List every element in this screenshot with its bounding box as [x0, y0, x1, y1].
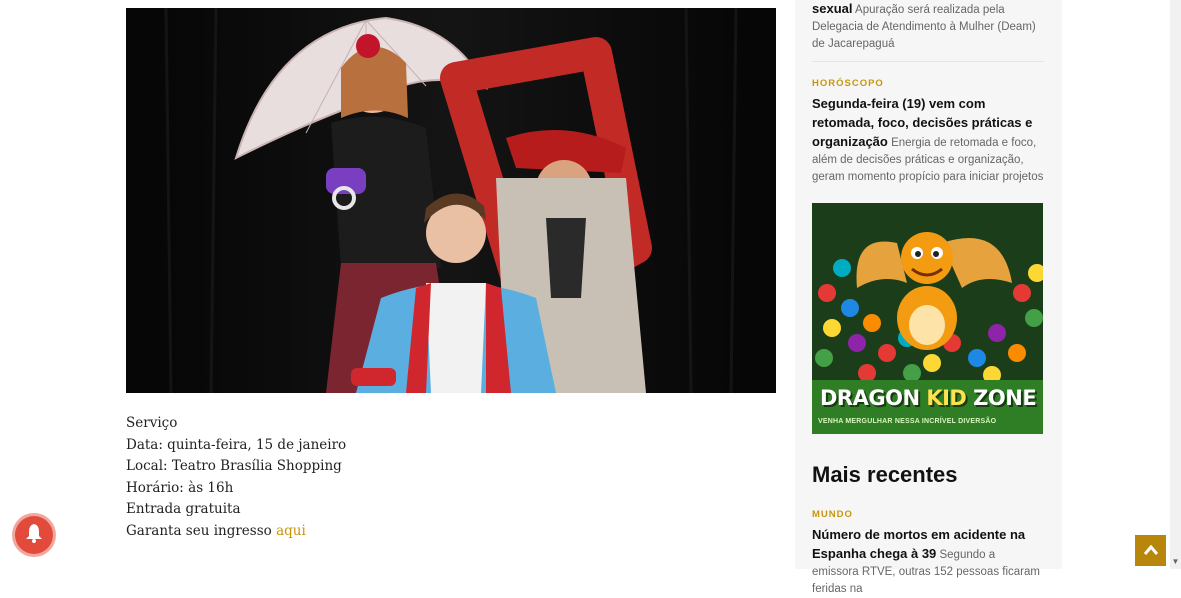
ad-label: DRAGON KID ZONE VENHA MERGULHAR NESSA IN…: [812, 380, 1043, 434]
ticket-prefix: Garanta seu ingresso: [126, 522, 272, 539]
sidebar-news-item[interactable]: HORÓSCOPO Segunda-feira (19) vem com ret…: [812, 78, 1044, 186]
sidebar-news-item[interactable]: sexual Apuração será realizada pela Dele…: [812, 0, 1044, 53]
article-photo: [126, 8, 776, 393]
divider: [812, 61, 1044, 62]
recent-heading: Mais recentes: [812, 462, 958, 487]
back-to-top-button[interactable]: [1135, 535, 1166, 566]
notification-button[interactable]: [15, 516, 53, 554]
category-kicker[interactable]: HORÓSCOPO: [812, 78, 1044, 89]
service-entry: Entrada gratuita: [126, 501, 241, 517]
ad-banner[interactable]: DRAGON KID ZONE VENHA MERGULHAR NESSA IN…: [812, 203, 1043, 434]
service-date: Data: quinta-feira, 15 de janeiro: [126, 436, 347, 453]
sidebar-news-item[interactable]: MUNDO Número de mortos em acidente na Es…: [812, 509, 1044, 598]
bell-icon: [25, 523, 43, 548]
service-heading: Serviço: [126, 415, 178, 431]
ticket-link[interactable]: aqui: [276, 523, 306, 539]
ad-subtitle: VENHA MERGULHAR NESSA INCRÍVEL DIVERSÃO: [818, 418, 997, 425]
chevron-up-icon: [1143, 542, 1158, 560]
scrollbar[interactable]: [1170, 0, 1181, 569]
sidebar: sexual Apuração será realizada pela Dele…: [795, 0, 1062, 595]
event-service-info: Serviço Data: quinta-feira, 15 de janeir…: [126, 413, 766, 542]
service-time: Horário: às 16h: [126, 479, 234, 496]
service-ticket: Garanta seu ingresso aqui: [126, 521, 766, 543]
ad-title: DRAGON KID ZONE: [820, 386, 1037, 410]
category-kicker[interactable]: MUNDO: [812, 509, 1044, 520]
ad-image: [812, 203, 1043, 384]
sidebar-item-title[interactable]: sexual: [812, 1, 852, 16]
service-place: Local: Teatro Brasília Shopping: [126, 458, 342, 474]
scroll-down-arrow-icon[interactable]: ▼: [1171, 557, 1180, 567]
